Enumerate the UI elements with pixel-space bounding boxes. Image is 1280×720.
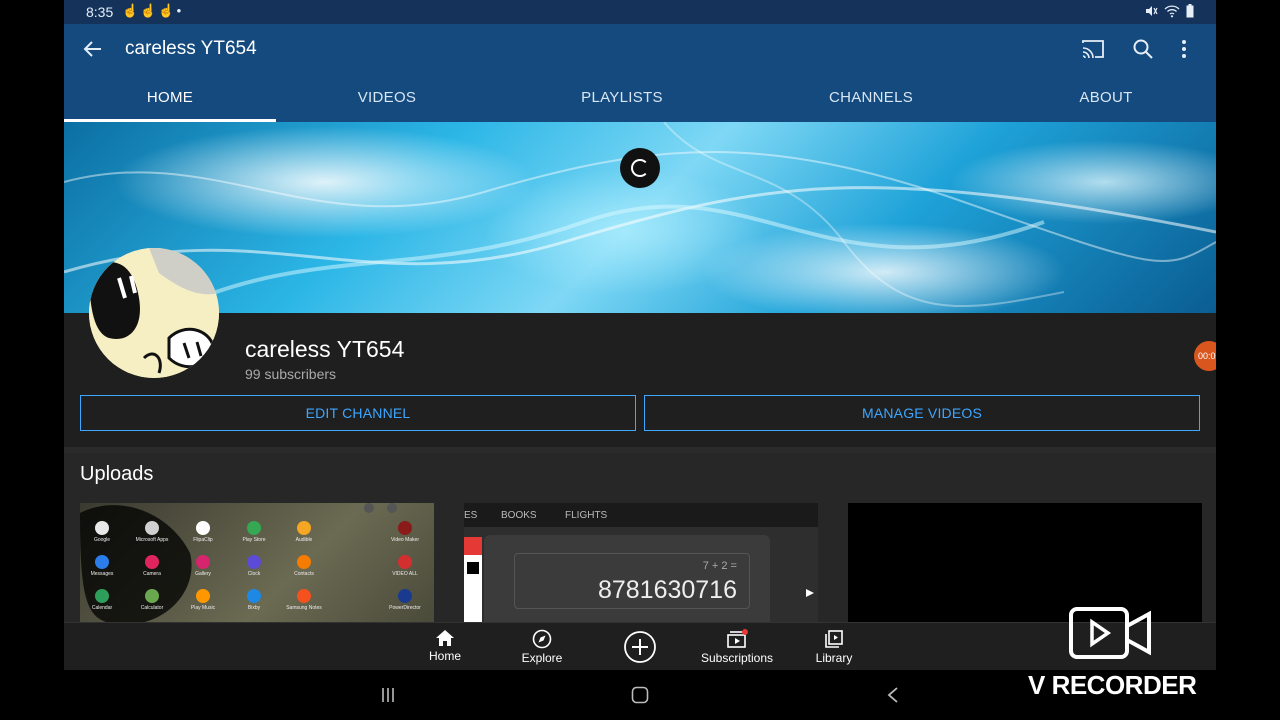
youtube-app-screen: 8:35 ☝☝☝• careless YT654 HOME VIDEOS PLA…	[64, 0, 1216, 670]
app-icon-calculator: Calculator	[130, 589, 174, 611]
app-icon-clock: Clock	[232, 555, 276, 577]
notification-icons: ☝☝☝•	[122, 3, 183, 19]
channel-app-bar: careless YT654 HOME VIDEOS PLAYLISTS CHA…	[64, 24, 1216, 122]
avatar-art	[89, 248, 219, 378]
app-icon-gallery: Gallery	[181, 555, 225, 577]
nav-create[interactable]	[595, 623, 685, 670]
status-time: 8:35	[86, 4, 114, 20]
screen-recording-frame: 8:35 ☝☝☝• careless YT654 HOME VIDEOS PLA…	[0, 0, 1280, 720]
nav-home[interactable]: Home	[400, 623, 490, 670]
search-icon[interactable]	[1131, 37, 1155, 61]
back-arrow-icon[interactable]	[80, 36, 106, 62]
tab-videos[interactable]: VIDEOS	[314, 74, 460, 122]
dot-icon: •	[176, 3, 184, 18]
app-icon-contacts: Contacts	[282, 555, 326, 577]
cast-icon[interactable]	[1081, 38, 1105, 60]
app-icon-video-maker: Video Maker	[383, 521, 427, 543]
wifi-icon	[1164, 5, 1180, 18]
calculator-expression: 7 + 2 =	[702, 560, 737, 572]
nav-subscriptions[interactable]: Subscriptions	[692, 623, 782, 670]
library-icon	[825, 630, 843, 648]
app-drawer-screenshot: Google Microsoft Apps FlipaClip Play Sto…	[80, 503, 434, 623]
app-icon-powerdirector: PowerDirector	[383, 589, 427, 611]
channel-avatar[interactable]	[89, 248, 219, 378]
video-thumbnail-2[interactable]: ES BOOKS FLIGHTS 7 + 2 = 8781630716	[464, 503, 818, 623]
app-icon-camera: Camera	[130, 555, 174, 577]
app-icon-calendar: Calendar	[80, 589, 124, 611]
app-icon-microsoft: Microsoft Apps	[130, 521, 174, 543]
edit-channel-button[interactable]: EDIT CHANNEL	[80, 395, 636, 431]
app-icon-video-all: VIDEO ALL	[383, 555, 427, 577]
app-icon-samsung-notes: Samsung Notes	[282, 589, 326, 611]
play-arrow-icon	[806, 589, 814, 597]
video-thumbnail-1[interactable]: Google Microsoft Apps FlipaClip Play Sto…	[80, 503, 434, 623]
tab-home[interactable]: HOME	[64, 74, 276, 122]
hand-icon: ☝	[140, 3, 159, 18]
video-thumbnail-3[interactable]	[848, 503, 1202, 623]
tab-playlists[interactable]: PLAYLISTS	[549, 74, 695, 122]
subscriber-count: 99 subscribers	[245, 366, 337, 382]
loading-spinner-icon	[620, 148, 660, 188]
battery-icon	[1186, 4, 1194, 18]
nav-library[interactable]: Library	[789, 623, 879, 670]
thumbnail-tab-strip: ES BOOKS FLIGHTS	[464, 503, 818, 527]
create-icon	[624, 631, 656, 663]
app-icon-google: Google	[80, 521, 124, 543]
calculator-result: 8781630716	[597, 576, 737, 604]
app-icon-play-store: Play Store	[232, 521, 276, 543]
subscriptions-icon	[727, 629, 748, 648]
channel-banner	[64, 122, 1216, 313]
manage-videos-button[interactable]: MANAGE VIDEOS	[644, 395, 1200, 431]
bottom-navigation: Home Explore Subscriptions Library	[64, 622, 1216, 670]
calculator-display: 7 + 2 = 8781630716	[514, 553, 750, 609]
uploads-heading: Uploads	[80, 463, 154, 485]
compass-icon	[532, 629, 552, 649]
app-icon-flipaclip: FlipaClip	[181, 521, 225, 543]
hand-icon: ☝	[158, 3, 177, 18]
tab-about[interactable]: ABOUT	[1033, 74, 1179, 122]
channel-name: careless YT654	[245, 336, 405, 362]
more-icon[interactable]	[1174, 37, 1194, 61]
recents-icon[interactable]	[380, 687, 396, 703]
video-camera-icon	[1069, 607, 1151, 659]
calculator-card: 7 + 2 = 8781630716	[484, 535, 770, 623]
home-button-icon[interactable]	[631, 686, 649, 704]
drawing-toolbar	[464, 537, 482, 623]
recording-timer-badge[interactable]: 00:0	[1194, 341, 1216, 371]
home-icon	[436, 630, 454, 646]
system-status-icons	[1144, 4, 1194, 18]
v-recorder-watermark: V RECORDER	[1028, 670, 1197, 700]
nav-explore[interactable]: Explore	[497, 623, 587, 670]
app-icon-play-music: Play Music	[181, 589, 225, 611]
mute-icon	[1146, 6, 1158, 16]
page-title: careless YT654	[125, 38, 257, 59]
app-icon-bixby: Bixby	[232, 589, 276, 611]
status-bar: 8:35 ☝☝☝•	[64, 0, 1216, 24]
channel-tabs: HOME VIDEOS PLAYLISTS CHANNELS ABOUT	[64, 74, 1216, 122]
app-icon-audible: Audible	[282, 521, 326, 543]
tab-channels[interactable]: CHANNELS	[798, 74, 944, 122]
hand-icon: ☝	[122, 3, 141, 18]
back-icon[interactable]	[886, 686, 900, 704]
app-icon-messages: Messages	[80, 555, 124, 577]
